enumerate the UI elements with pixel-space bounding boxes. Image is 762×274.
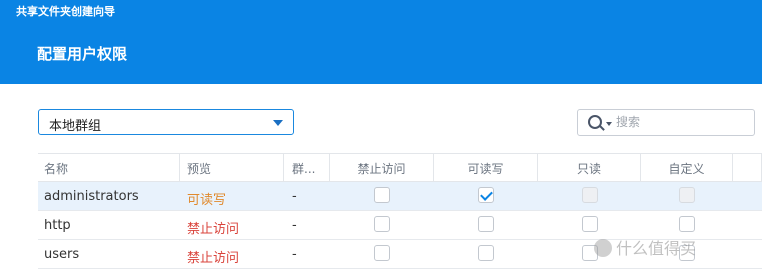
row-group: - <box>292 189 297 204</box>
read-only-checkbox[interactable] <box>581 216 598 232</box>
row-preview: 可读写 <box>187 193 227 208</box>
no-access-checkbox[interactable] <box>374 216 390 232</box>
row-name: http <box>44 218 71 233</box>
table-header-row: 名称 预览 群... 禁止访问 可读写 只读 自定义 <box>38 153 762 182</box>
row-group: - <box>292 218 297 233</box>
chevron-down-icon[interactable] <box>273 120 283 126</box>
column-header-preview[interactable]: 预览 <box>180 154 284 181</box>
row-preview: 禁止访问 <box>187 222 240 237</box>
read-write-checkbox[interactable] <box>478 245 494 261</box>
custom-checkbox[interactable] <box>679 187 695 203</box>
wizard-title: 共享文件夹创建向导 <box>16 5 115 18</box>
wizard-header: 共享文件夹创建向导 配置用户权限 <box>0 0 762 84</box>
custom-checkbox[interactable] <box>679 216 695 232</box>
group-type-select[interactable]: 本地群组 <box>38 109 294 135</box>
column-header-custom[interactable]: 自定义 <box>641 154 733 181</box>
search-input[interactable] <box>616 113 746 131</box>
read-write-checkbox[interactable] <box>478 187 494 203</box>
table-row[interactable]: administrators 可读写 - <box>38 182 762 211</box>
column-header-no-access[interactable]: 禁止访问 <box>330 154 434 181</box>
watermark-text: 什么值得买 <box>616 239 697 258</box>
caret-down-icon[interactable] <box>606 122 612 126</box>
step-title: 配置用户权限 <box>37 45 128 63</box>
column-header-extra <box>733 154 762 181</box>
read-write-checkbox[interactable] <box>478 216 494 232</box>
column-header-read-only[interactable]: 只读 <box>538 154 641 181</box>
row-name: administrators <box>44 189 139 204</box>
no-access-checkbox[interactable] <box>374 187 390 203</box>
row-preview: 禁止访问 <box>187 251 240 266</box>
column-header-read-write[interactable]: 可读写 <box>434 154 538 181</box>
search-box[interactable] <box>577 109 755 136</box>
row-name: users <box>44 247 80 262</box>
smzdm-logo-icon <box>594 239 612 257</box>
read-only-checkbox[interactable] <box>581 187 598 203</box>
row-group: - <box>292 247 297 262</box>
watermark: 什么值得买 <box>594 235 697 258</box>
column-header-group[interactable]: 群... <box>284 154 330 181</box>
no-access-checkbox[interactable] <box>374 245 390 261</box>
group-type-select-value: 本地群组 <box>49 119 102 134</box>
search-icon[interactable] <box>588 115 602 129</box>
column-header-name[interactable]: 名称 <box>38 154 180 181</box>
